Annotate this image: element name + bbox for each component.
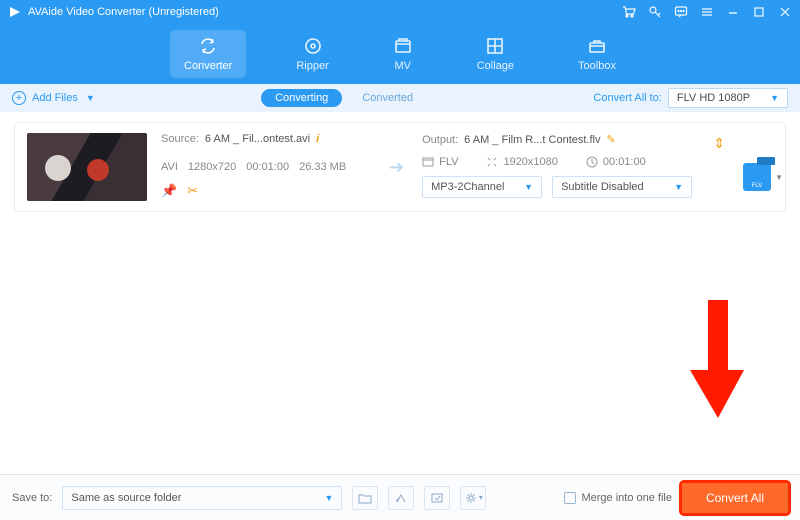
settings-button[interactable]: ▾ [460,486,486,510]
chevron-down-icon: ▼ [770,93,779,103]
arrow-right-icon: ➔ [389,157,404,178]
convert-all-button[interactable]: Convert All [682,483,788,513]
nav-toolbox[interactable]: Toolbox [564,30,630,78]
subtitle-dropdown[interactable]: Subtitle Disabled ▼ [552,176,692,198]
convert-all-format-dropdown[interactable]: FLV HD 1080P ▼ [668,88,788,108]
tab-converted[interactable]: Converted [348,89,427,107]
chevron-down-icon: ▼ [324,493,333,503]
output-format: FLV [439,156,458,168]
merge-label: Merge into one file [581,492,672,504]
nav-converter[interactable]: Converter [170,30,246,78]
file-card: Source: 6 AM _ Fil...ontest.avi i AVI 12… [14,122,786,212]
tab-converting[interactable]: Converting [261,89,342,107]
nav-ripper[interactable]: Ripper [282,30,342,78]
subtitle-value: Subtitle Disabled [561,181,644,193]
format-badge-text: FLV [752,183,763,189]
nav-mv[interactable]: MV [379,30,427,78]
chevron-down-icon: ▼ [775,173,783,182]
output-duration: 00:01:00 [603,156,646,168]
save-to-value: Same as source folder [71,492,181,504]
subbar: + Add Files ▼ Converting Converted Conve… [0,84,800,112]
checkbox-icon [564,492,576,504]
output-label: Output: [422,134,458,146]
output-resolution: 1920x1080 [503,156,557,168]
plus-icon: + [12,91,26,105]
source-codec: AVI [161,161,178,173]
key-icon[interactable] [648,5,662,19]
open-folder-button[interactable] [352,486,378,510]
cart-icon[interactable] [622,5,636,19]
nav-collage[interactable]: Collage [463,30,528,78]
nav-collage-label: Collage [477,60,514,72]
minimize-icon[interactable] [726,5,740,19]
pin-icon[interactable]: 📌 [161,183,177,199]
chevron-down-icon: ▼ [524,182,533,192]
audio-value: MP3-2Channel [431,181,504,193]
merge-checkbox[interactable]: Merge into one file [564,492,672,504]
source-filename: 6 AM _ Fil...ontest.avi [205,133,310,145]
nav-ripper-label: Ripper [296,60,328,72]
add-files-button[interactable]: + Add Files ▼ [12,91,95,105]
add-files-label: Add Files [32,92,78,104]
footer: Save to: Same as source folder ▼ ▾ Merge… [0,474,800,520]
file-list: Source: 6 AM _ Fil...ontest.avi i AVI 12… [0,112,800,422]
main-nav: Converter Ripper MV Collage Toolbox [0,24,800,84]
convert-all-label: Convert All [706,491,764,505]
edit-icon[interactable]: ✎ [607,133,616,146]
video-thumbnail[interactable] [27,133,147,201]
chevron-down-icon: ▼ [674,182,683,192]
app-logo-icon [8,5,22,19]
info-icon[interactable]: i [316,133,319,145]
convert-all-format-value: FLV HD 1080P [677,92,750,104]
compress-icon[interactable]: ⇕ [713,135,725,152]
close-icon[interactable] [778,5,792,19]
nav-mv-label: MV [394,60,411,72]
source-duration: 00:01:00 [246,161,289,173]
nav-converter-label: Converter [184,60,232,72]
save-to-dropdown[interactable]: Same as source folder ▼ [62,486,342,510]
output-format-badge[interactable]: FLV ▼ [743,163,771,191]
output-filename: 6 AM _ Film R...t Contest.flv [464,134,600,146]
chevron-down-icon: ▼ [86,93,95,103]
titlebar: AVAide Video Converter (Unregistered) [0,0,800,24]
save-to-label: Save to: [12,492,52,504]
convert-all-to-label: Convert All to: [593,92,661,104]
maximize-icon[interactable] [752,5,766,19]
app-title: AVAide Video Converter (Unregistered) [28,6,219,18]
audio-dropdown[interactable]: MP3-2Channel ▼ [422,176,542,198]
feedback-icon[interactable] [674,5,688,19]
menu-icon[interactable] [700,5,714,19]
source-resolution: 1280x720 [188,161,236,173]
scissors-icon[interactable]: ✂ [187,183,198,199]
nav-toolbox-label: Toolbox [578,60,616,72]
source-label: Source: [161,133,199,145]
source-size: 26.33 MB [299,161,346,173]
task-button[interactable] [424,486,450,510]
speed-button[interactable] [388,486,414,510]
